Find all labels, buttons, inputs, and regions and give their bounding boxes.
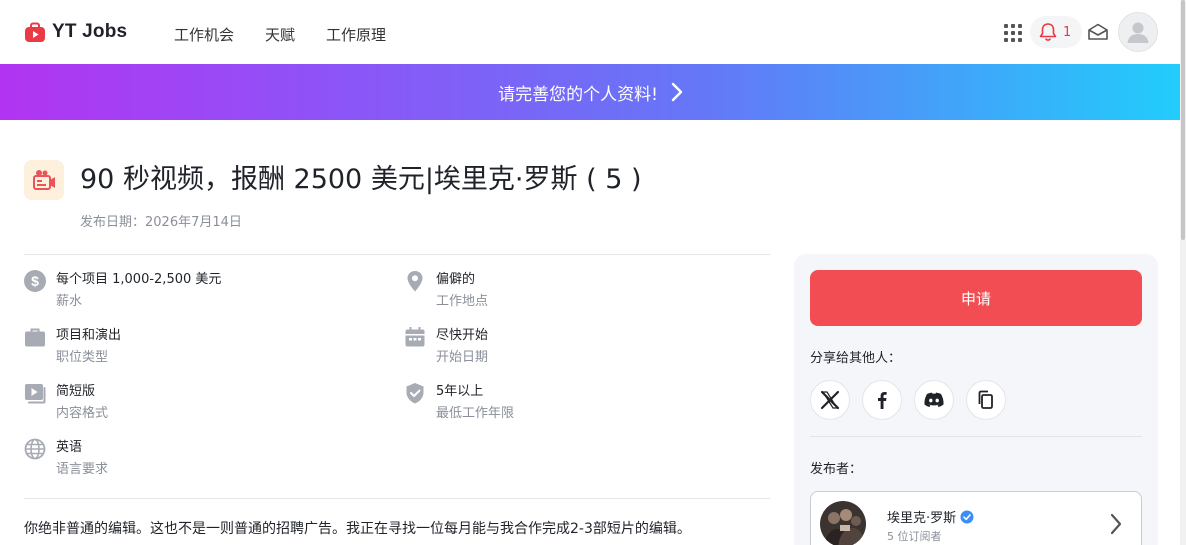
publisher-card[interactable]: 埃里克·罗斯 5 位订阅者 bbox=[810, 491, 1142, 545]
publisher-name-row: 埃里克·罗斯 bbox=[887, 507, 974, 526]
chevron-right-icon bbox=[1110, 513, 1122, 535]
share-facebook-button[interactable] bbox=[862, 380, 902, 420]
user-icon bbox=[1127, 22, 1149, 43]
detail-value: 英语 bbox=[56, 440, 83, 455]
detail-label: 职位类型 bbox=[56, 350, 109, 365]
apps-grid-icon[interactable] bbox=[1004, 24, 1022, 42]
job-description: 你绝非普通的编辑。这也不是一则普通的招聘广告。我正在寻找一位每月能与我合作完成2… bbox=[24, 521, 691, 537]
dollar-icon: $ bbox=[24, 270, 46, 292]
shield-check-icon bbox=[406, 383, 424, 404]
detail-value: 项目和演出 bbox=[56, 328, 122, 343]
verified-badge-icon bbox=[960, 510, 974, 523]
section-divider bbox=[24, 254, 770, 255]
detail-value: 偏僻的 bbox=[436, 272, 476, 287]
page-title: 90 秒视频，报酬 2500 美元|埃里克·罗斯 ( 5 ) bbox=[80, 164, 642, 195]
detail-location: 偏僻的 工作地点 bbox=[404, 270, 488, 312]
complete-profile-banner[interactable]: 请完善您的个人资料! bbox=[0, 64, 1182, 120]
video-play-icon bbox=[25, 384, 46, 404]
detail-label: 工作地点 bbox=[436, 294, 489, 309]
notifications-button[interactable]: 1 bbox=[1030, 16, 1082, 48]
nav-how-it-works[interactable]: 工作原理 bbox=[326, 24, 386, 45]
publisher-label: 发布者： bbox=[810, 462, 863, 477]
page-scrollbar[interactable] bbox=[1180, 0, 1186, 545]
copy-link-button[interactable] bbox=[966, 380, 1006, 420]
publisher-avatar bbox=[820, 501, 866, 545]
top-header: YT Jobs 工作机会 天赋 工作原理 1 bbox=[0, 0, 1180, 64]
chevron-right-icon bbox=[671, 82, 683, 102]
mail-icon[interactable] bbox=[1087, 22, 1109, 42]
scrollbar-thumb[interactable] bbox=[1181, 0, 1185, 240]
apply-card: 申请 分享给其他人： 发布者： 埃里克·罗斯 5 位订阅者 bbox=[794, 254, 1158, 545]
detail-value: 每个项目 1,000-2,500 美元 bbox=[56, 272, 222, 287]
share-x-button[interactable] bbox=[810, 380, 850, 420]
detail-experience: 5年以上 最低工作年限 bbox=[404, 382, 514, 424]
calendar-icon bbox=[405, 327, 425, 347]
share-buttons bbox=[810, 380, 1006, 420]
banner-text: 请完善您的个人资料! bbox=[498, 84, 658, 105]
facebook-icon bbox=[878, 392, 887, 409]
detail-label: 最低工作年限 bbox=[436, 406, 515, 421]
detail-start-date: 尽快开始 开始日期 bbox=[404, 326, 488, 368]
detail-salary: $ 每个项目 1,000-2,500 美元 薪水 bbox=[24, 270, 221, 312]
detail-value: 简短版 bbox=[56, 384, 96, 399]
detail-label: 开始日期 bbox=[436, 350, 489, 365]
detail-content-format: 简短版 内容格式 bbox=[24, 382, 108, 424]
page: YT Jobs 工作机会 天赋 工作原理 1 请完善您的个人资料! 90 秒视频… bbox=[0, 0, 1186, 545]
briefcase-icon bbox=[25, 328, 45, 347]
globe-icon bbox=[24, 438, 46, 460]
location-pin-icon bbox=[407, 271, 423, 292]
svg-text:$: $ bbox=[31, 273, 39, 289]
nav-jobs[interactable]: 工作机会 bbox=[174, 24, 234, 45]
apply-button[interactable]: 申请 bbox=[810, 270, 1142, 326]
detail-value: 5年以上 bbox=[436, 384, 484, 399]
section-divider bbox=[24, 498, 770, 499]
detail-label: 内容格式 bbox=[56, 406, 109, 421]
logo[interactable]: YT Jobs bbox=[24, 21, 127, 43]
detail-label: 语言要求 bbox=[56, 462, 109, 477]
job-category-icon bbox=[24, 160, 64, 200]
copy-icon bbox=[978, 390, 993, 409]
posted-date: 发布日期：2026年7月14日 bbox=[80, 215, 242, 230]
main-nav: 工作机会 天赋 工作原理 bbox=[174, 24, 386, 45]
detail-value: 尽快开始 bbox=[436, 328, 489, 343]
discord-icon bbox=[924, 392, 944, 407]
detail-language: 英语 语言要求 bbox=[24, 438, 108, 480]
nav-talent[interactable]: 天赋 bbox=[265, 24, 295, 45]
video-camera-icon bbox=[33, 170, 55, 190]
logo-text: YT Jobs bbox=[52, 21, 128, 42]
bell-icon bbox=[1039, 23, 1057, 41]
share-label: 分享给其他人： bbox=[810, 351, 902, 366]
notification-count: 1 bbox=[1063, 24, 1072, 40]
user-avatar-button[interactable] bbox=[1118, 12, 1158, 52]
logo-bag-icon bbox=[25, 22, 45, 42]
x-icon bbox=[820, 390, 840, 410]
card-divider bbox=[810, 436, 1142, 437]
publisher-name: 埃里克·罗斯 bbox=[887, 511, 957, 526]
detail-job-type: 项目和演出 职位类型 bbox=[24, 326, 121, 368]
share-discord-button[interactable] bbox=[914, 380, 954, 420]
detail-label: 薪水 bbox=[56, 294, 83, 309]
publisher-subscribers: 5 位订阅者 bbox=[887, 530, 942, 543]
